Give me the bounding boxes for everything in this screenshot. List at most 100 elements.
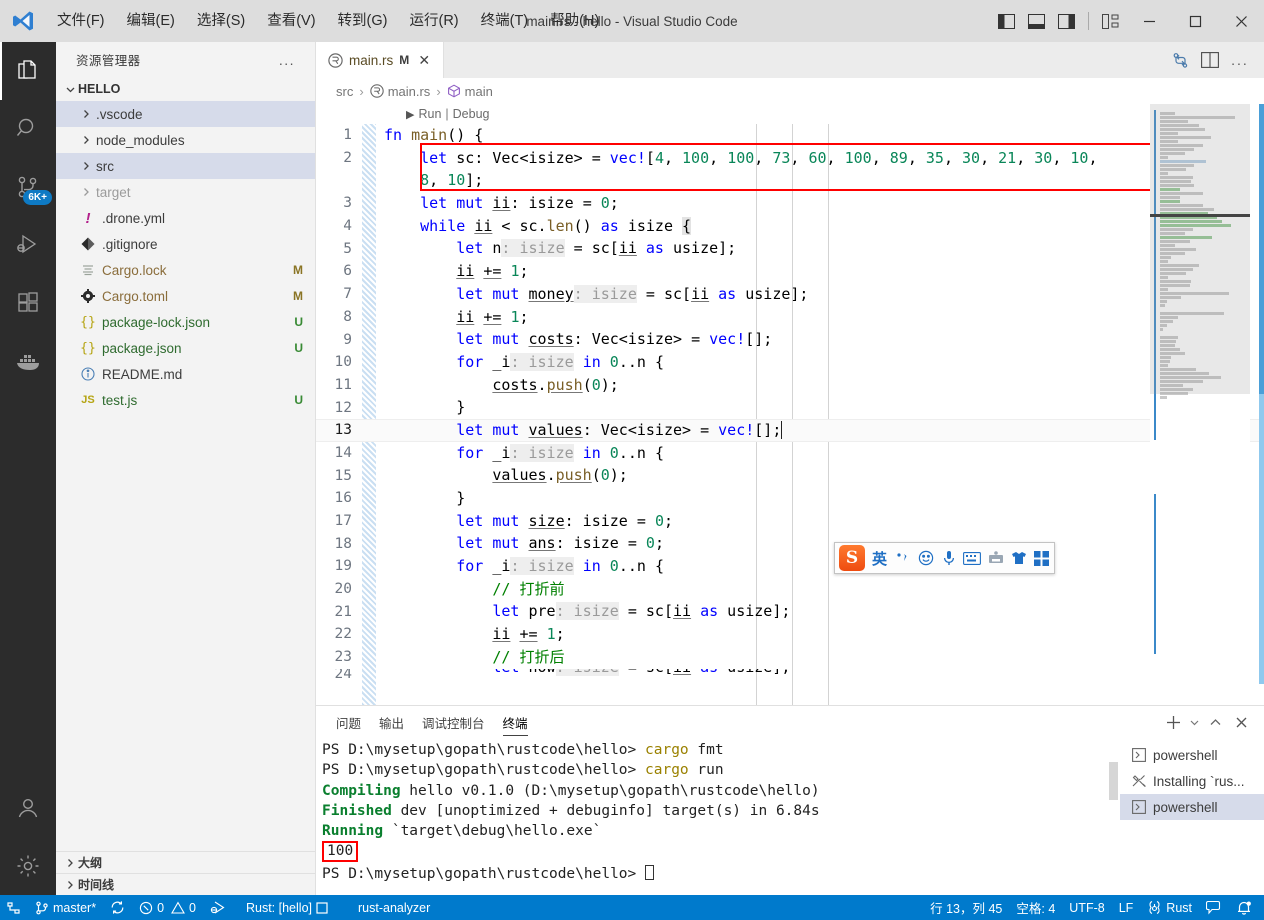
status-feedback[interactable] bbox=[1199, 895, 1229, 920]
menu-file[interactable]: 文件(F) bbox=[46, 0, 116, 42]
status-run-debug[interactable] bbox=[203, 895, 233, 920]
ime-voice-input-icon[interactable] bbox=[940, 550, 957, 566]
minimap-slider[interactable] bbox=[1150, 104, 1250, 394]
minimap[interactable] bbox=[1150, 104, 1250, 705]
sidebar-section-timeline[interactable]: 时间线 bbox=[56, 873, 315, 895]
window-maximize-button[interactable] bbox=[1172, 0, 1218, 42]
terminal-tab-installing-rust[interactable]: Installing `rus... bbox=[1120, 768, 1264, 794]
tree-item-cargo-lock[interactable]: Cargo.lock M bbox=[56, 257, 315, 283]
panel-tab-output[interactable]: 输出 bbox=[379, 706, 404, 738]
panel-tab-problems[interactable]: 问题 bbox=[336, 706, 361, 738]
customize-layout-icon[interactable] bbox=[1096, 0, 1126, 42]
status-cursor-position[interactable]: 行 13，列 45 bbox=[923, 895, 1009, 920]
close-panel-icon[interactable] bbox=[1228, 706, 1254, 738]
split-editor-icon[interactable] bbox=[1196, 42, 1224, 78]
tree-item-readme-md[interactable]: README.md bbox=[56, 361, 315, 387]
activity-item-source-control[interactable]: 6K+ bbox=[0, 158, 56, 216]
git-status: U bbox=[294, 315, 303, 329]
ime-mailbox-icon[interactable] bbox=[987, 551, 1004, 565]
breadcrumb-src[interactable]: src bbox=[336, 84, 353, 99]
ime-mode-chinese-english[interactable]: 英 bbox=[871, 548, 888, 569]
maximize-panel-icon[interactable] bbox=[1202, 706, 1228, 738]
tree-item-test-js[interactable]: JS test.js U bbox=[56, 387, 315, 413]
tree-item-vscode[interactable]: .vscode bbox=[56, 101, 315, 127]
status-notifications[interactable] bbox=[1229, 895, 1264, 920]
ime-emoji-icon[interactable] bbox=[917, 550, 934, 566]
terminal-tab-powershell-2[interactable]: powershell bbox=[1120, 794, 1264, 820]
ime-skin-icon[interactable] bbox=[1010, 551, 1027, 565]
terminal-scrollbar[interactable] bbox=[1109, 762, 1118, 800]
menu-view[interactable]: 查看(V) bbox=[256, 0, 326, 42]
editor-vertical-scrollbar[interactable] bbox=[1250, 104, 1264, 705]
ime-punctuation-icon[interactable] bbox=[894, 551, 911, 566]
status-problems[interactable]: 0 0 bbox=[132, 895, 203, 920]
toggle-secondary-sidebar-icon[interactable] bbox=[1051, 0, 1081, 42]
tree-item-package-json[interactable]: {} package.json U bbox=[56, 335, 315, 361]
menu-help[interactable]: 帮助(H) bbox=[539, 0, 610, 42]
menu-go[interactable]: 转到(G) bbox=[327, 0, 399, 42]
activity-item-search[interactable] bbox=[0, 100, 56, 158]
status-encoding[interactable]: UTF-8 bbox=[1062, 895, 1111, 920]
status-sync-button[interactable] bbox=[103, 895, 132, 920]
status-rust-project[interactable]: Rust: [hello] bbox=[239, 895, 335, 920]
tree-item-package-lock-json[interactable]: {} package-lock.json U bbox=[56, 309, 315, 335]
menu-select[interactable]: 选择(S) bbox=[186, 0, 256, 42]
terminal-icon bbox=[1132, 748, 1146, 762]
menu-edit[interactable]: 编辑(E) bbox=[116, 0, 186, 42]
tree-item-drone-yml[interactable]: ! .drone.yml bbox=[56, 205, 315, 231]
menu-run[interactable]: 运行(R) bbox=[398, 0, 469, 42]
codelens-debug-link[interactable]: Debug bbox=[453, 107, 490, 121]
tab-main-rs[interactable]: main.rs M ✕ bbox=[316, 42, 445, 78]
chevron-down-icon[interactable] bbox=[1186, 706, 1202, 738]
activity-item-run-and-debug[interactable] bbox=[0, 216, 56, 274]
status-indentation[interactable]: 空格: 4 bbox=[1009, 895, 1062, 920]
breadcrumb-main-rs[interactable]: main.rs bbox=[369, 84, 430, 99]
code-lens: ▶ Run | Debug bbox=[316, 104, 1264, 124]
ime-soft-keyboard-icon[interactable] bbox=[963, 551, 981, 565]
activity-item-accounts[interactable] bbox=[0, 779, 56, 837]
code-line: 22 ii += 1; bbox=[316, 623, 1264, 646]
activity-item-explorer[interactable] bbox=[0, 42, 56, 100]
sogou-logo-icon[interactable]: S bbox=[839, 545, 865, 571]
tree-item-cargo-toml[interactable]: Cargo.toml M bbox=[56, 283, 315, 309]
activity-item-settings[interactable] bbox=[0, 837, 56, 895]
menu-terminal[interactable]: 终端(T) bbox=[470, 0, 540, 42]
code-editor[interactable]: ▶ Run | Debug 1 fn main() {2 let sc: Ve… bbox=[316, 104, 1264, 705]
gutter bbox=[362, 442, 376, 465]
status-eol[interactable]: LF bbox=[1112, 895, 1141, 920]
breadcrumb-main-symbol[interactable]: main bbox=[447, 84, 493, 99]
toggle-render-whitespace-icon[interactable] bbox=[1166, 42, 1194, 78]
activity-item-docker[interactable] bbox=[0, 332, 56, 390]
run-debug-icon bbox=[210, 900, 226, 915]
tree-item-node-modules[interactable]: node_modules bbox=[56, 127, 315, 153]
status-remote-button[interactable] bbox=[0, 895, 28, 920]
window-minimize-button[interactable] bbox=[1126, 0, 1172, 42]
panel-tab-terminal[interactable]: 终端 bbox=[502, 706, 528, 738]
ime-toolbar[interactable]: S 英 bbox=[834, 542, 1055, 574]
sidebar-more-actions-icon[interactable]: ... bbox=[279, 52, 295, 68]
status-language-mode[interactable]: Rust bbox=[1140, 895, 1199, 920]
editor-more-actions-icon[interactable]: ... bbox=[1226, 42, 1254, 78]
status-rust-analyzer[interactable]: rust-analyzer bbox=[351, 895, 437, 920]
error-count: 0 bbox=[157, 900, 165, 915]
line-number: 4 bbox=[343, 218, 352, 235]
new-terminal-icon[interactable] bbox=[1160, 706, 1186, 738]
status-git-branch[interactable]: master* bbox=[28, 895, 103, 920]
panel-tab-debug-console[interactable]: 调试控制台 bbox=[422, 706, 485, 738]
toggle-panel-icon[interactable] bbox=[1021, 0, 1051, 42]
activity-item-extensions[interactable] bbox=[0, 274, 56, 332]
window-close-button[interactable] bbox=[1218, 0, 1264, 42]
ime-toolbox-icon[interactable] bbox=[1033, 550, 1050, 566]
tree-item-src[interactable]: src bbox=[56, 153, 315, 179]
tab-close-icon[interactable]: ✕ bbox=[415, 52, 433, 69]
explorer-root-folder[interactable]: HELLO bbox=[56, 77, 315, 101]
terminal-output[interactable]: PS D:\mysetup\gopath\rustcode\hello> car… bbox=[316, 738, 1120, 895]
sidebar-section-outline[interactable]: 大纲 bbox=[56, 851, 315, 873]
codelens-run-link[interactable]: Run bbox=[418, 107, 441, 121]
toggle-primary-sidebar-icon[interactable] bbox=[991, 0, 1021, 42]
activity-bar: 6K+ bbox=[0, 42, 56, 895]
tree-item-gitignore[interactable]: .gitignore bbox=[56, 231, 315, 257]
docker-icon bbox=[15, 350, 42, 372]
tree-item-target[interactable]: target bbox=[56, 179, 315, 205]
terminal-tab-powershell-1[interactable]: powershell bbox=[1120, 742, 1264, 768]
